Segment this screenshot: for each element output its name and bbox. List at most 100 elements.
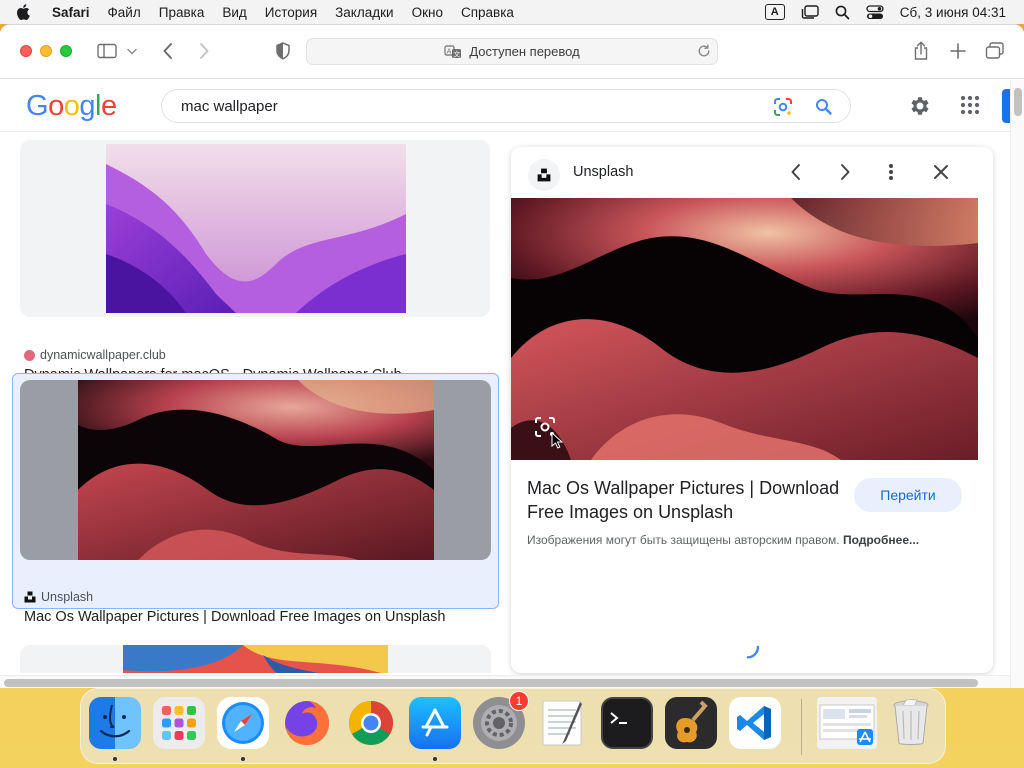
zoom-window-button[interactable] [60, 45, 72, 57]
tab-overview-icon[interactable] [984, 40, 1006, 62]
address-bar[interactable]: A文 Доступен перевод [306, 38, 718, 65]
vscode-icon[interactable] [729, 697, 781, 749]
chevron-down-icon[interactable] [125, 40, 139, 62]
close-window-button[interactable] [20, 45, 32, 57]
site-favicon-icon [24, 349, 35, 361]
result-image-1[interactable] [20, 140, 490, 317]
chrome-icon[interactable] [345, 697, 397, 749]
menu-bar: Safari Файл Правка Вид История Закладки … [0, 0, 1024, 24]
dock: 1 [80, 688, 946, 764]
result-title-2[interactable]: Mac Os Wallpaper Pictures | Download Fre… [24, 609, 446, 625]
previous-result-icon[interactable] [789, 162, 803, 187]
colorful-swirl-wallpaper-thumbnail [123, 645, 388, 673]
menu-bookmarks[interactable]: Закладки [326, 5, 402, 20]
menubar-clock[interactable]: Сб, 3 июня 04:31 [892, 5, 1014, 20]
garageband-icon[interactable] [665, 697, 717, 749]
image-preview-panel: Unsplash Mac Os Wallpaper Pictures | Dow… [511, 147, 993, 673]
translate-icon[interactable]: A文 [444, 44, 462, 59]
running-indicator [113, 757, 117, 761]
logo-letter: G [26, 90, 49, 122]
scrollbar-thumb[interactable] [1014, 88, 1022, 116]
forward-icon[interactable] [193, 40, 215, 62]
result-source-2[interactable]: Unsplash [24, 590, 93, 604]
search-icon[interactable] [814, 97, 834, 122]
preview-window-icon[interactable] [817, 697, 877, 749]
gear-icon[interactable] [908, 94, 932, 123]
learn-more-link[interactable]: Подробнее... [843, 533, 919, 547]
finder-icon[interactable] [89, 697, 141, 749]
reload-icon[interactable] [697, 44, 711, 61]
terminal-icon[interactable] [601, 697, 653, 749]
spotlight-search-icon[interactable] [827, 5, 858, 20]
copyright-notice: Изображения могут быть защищены авторски… [527, 533, 919, 547]
logo-letter: o [48, 90, 64, 122]
app-store-icon[interactable] [409, 697, 461, 749]
search-query[interactable]: mac wallpaper [181, 98, 278, 115]
google-logo[interactable]: Google [26, 90, 117, 123]
menu-window[interactable]: Окно [403, 5, 452, 20]
more-options-icon[interactable] [888, 162, 894, 187]
horizontal-scrollbar[interactable] [0, 675, 1010, 688]
textedit-icon[interactable] [537, 697, 589, 749]
result-image-3[interactable] [20, 645, 491, 673]
privacy-shield-icon[interactable] [272, 40, 294, 62]
running-indicator [241, 757, 245, 761]
logo-letter: e [100, 90, 117, 122]
vertical-scrollbar[interactable] [1010, 80, 1024, 688]
next-result-icon[interactable] [838, 162, 852, 187]
dock-separator [801, 699, 802, 755]
firefox-icon[interactable] [281, 697, 333, 749]
share-icon[interactable] [910, 40, 932, 62]
mouse-cursor-icon [551, 432, 563, 449]
purple-wallpaper-thumbnail [106, 144, 406, 313]
preview-image[interactable] [511, 198, 978, 460]
running-indicator [433, 757, 437, 761]
new-tab-icon[interactable] [947, 40, 969, 62]
system-settings-icon[interactable]: 1 [473, 691, 529, 749]
sign-in-button[interactable] [1002, 89, 1010, 123]
logo-letter: o [63, 90, 80, 122]
stage-manager-icon[interactable] [793, 5, 827, 19]
menu-file[interactable]: Файл [99, 5, 150, 20]
search-input[interactable]: mac wallpaper [161, 89, 851, 123]
menu-view[interactable]: Вид [213, 5, 255, 20]
input-source-indicator[interactable]: A [757, 4, 793, 20]
control-center-icon[interactable] [858, 4, 892, 20]
google-lens-icon[interactable] [773, 97, 793, 122]
loading-spinner-icon [735, 634, 761, 665]
minimize-window-button[interactable] [40, 45, 52, 57]
google-header: Google mac wallpaper [0, 80, 1010, 132]
unsplash-logo-icon[interactable] [528, 159, 560, 191]
sidebar-toggle-icon[interactable] [96, 40, 118, 62]
launchpad-icon[interactable] [153, 697, 205, 749]
red-waves-wallpaper-large [511, 198, 978, 460]
safari-app-icon[interactable] [217, 697, 269, 749]
back-icon[interactable] [157, 40, 179, 62]
google-apps-icon[interactable] [960, 95, 980, 120]
safari-toolbar: A文 Доступен перевод [0, 25, 1024, 79]
scrollbar-thumb[interactable] [4, 679, 978, 687]
address-text: Доступен перевод [469, 44, 580, 59]
result-image-2[interactable] [20, 380, 491, 560]
result-source-1[interactable]: dynamicwallpaper.club [24, 348, 166, 362]
menu-edit[interactable]: Правка [150, 5, 214, 20]
red-waves-wallpaper-thumbnail [78, 380, 434, 560]
apple-menu-icon[interactable] [0, 4, 46, 20]
menu-app-name[interactable]: Safari [46, 5, 99, 20]
svg-text:文: 文 [454, 49, 461, 58]
result-source-label: Unsplash [41, 590, 94, 604]
logo-letter: g [79, 90, 95, 122]
result-source-label: dynamicwallpaper.club [40, 348, 166, 362]
copyright-text: Изображения могут быть защищены авторски… [527, 533, 840, 547]
visit-button[interactable]: Перейти [854, 478, 962, 512]
preview-title[interactable]: Mac Os Wallpaper Pictures | Download Fre… [527, 476, 847, 524]
menu-history[interactable]: История [256, 5, 326, 20]
notification-badge: 1 [509, 691, 529, 711]
trash-icon[interactable] [885, 697, 937, 749]
svg-text:A: A [447, 47, 452, 55]
safari-window: A文 Доступен перевод Google mac wallpaper [0, 24, 1024, 688]
close-icon[interactable] [933, 162, 949, 187]
preview-source-name[interactable]: Unsplash [573, 164, 633, 180]
image-results: dynamicwallpaper.club Dynamic Wallpapers… [0, 133, 500, 673]
menu-help[interactable]: Справка [452, 5, 523, 20]
